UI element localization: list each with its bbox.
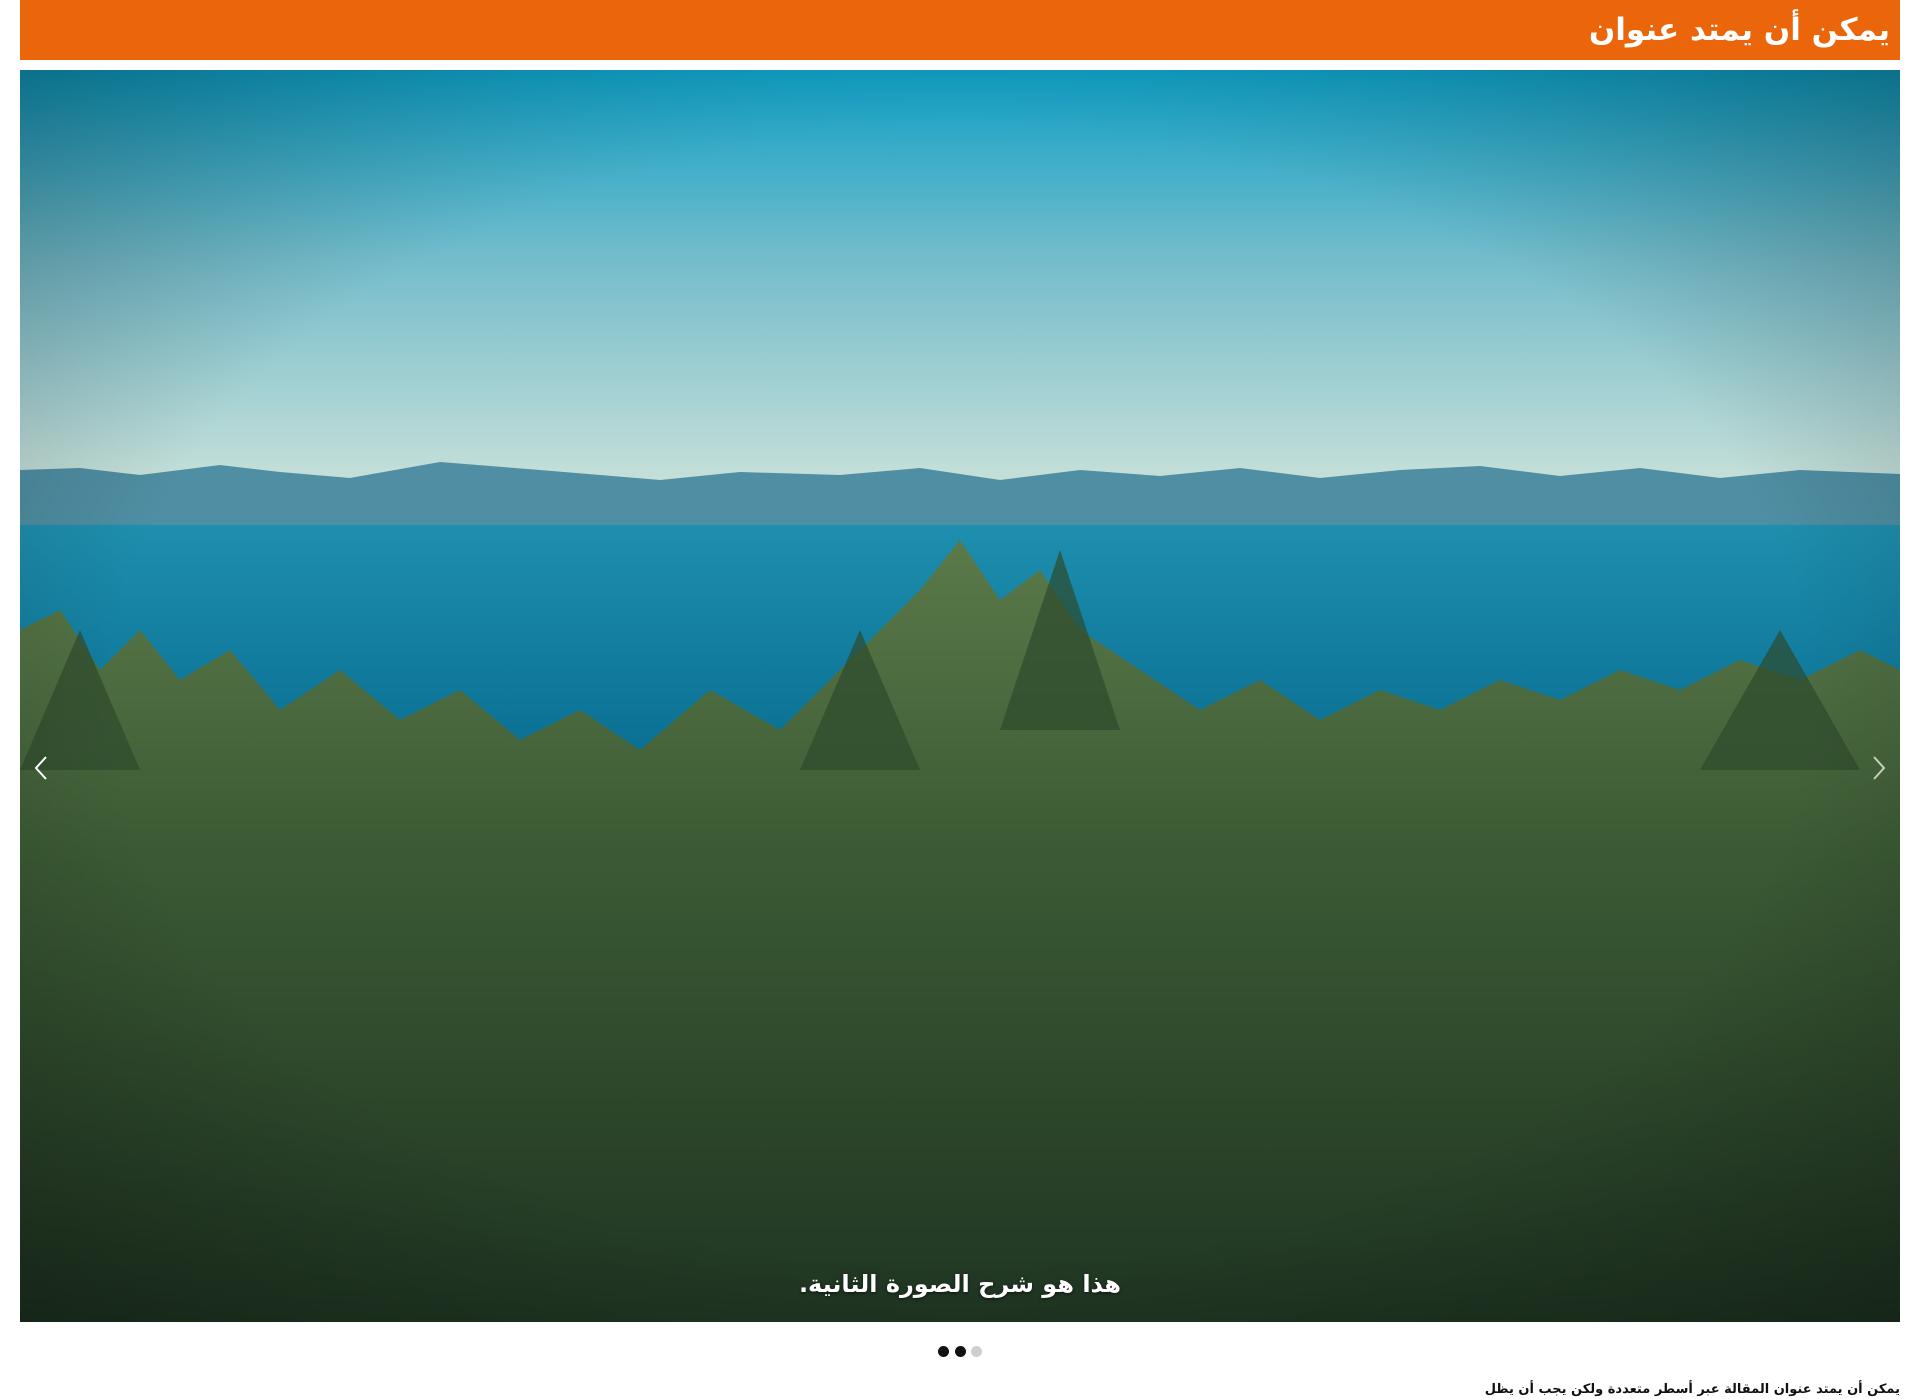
chevron-left-icon [34, 756, 47, 780]
slide-indicator-2[interactable] [954, 1345, 966, 1357]
slide-indicator-1[interactable] [938, 1345, 949, 1357]
slide-image [20, 70, 1900, 1322]
header-title: يمكن أن يمتد عنوان [1588, 11, 1890, 48]
image-slider[interactable]: هذا هو شرح الصورة الثانية. [20, 70, 1900, 1322]
slide-caption: هذا هو شرح الصورة الثانية. [798, 1270, 1122, 1298]
slide-indicator-3[interactable] [971, 1345, 982, 1357]
chevron-right-icon [1873, 756, 1886, 780]
article-title[interactable]: يمكن أن يمتد عنوان المقالة عبر أسطر متعد… [1485, 1382, 1900, 1398]
slider-indicators [938, 1344, 982, 1358]
prev-slide-button[interactable] [26, 750, 56, 786]
next-slide-button[interactable] [1864, 750, 1894, 786]
header-bar: يمكن أن يمتد عنوان [20, 0, 1900, 60]
